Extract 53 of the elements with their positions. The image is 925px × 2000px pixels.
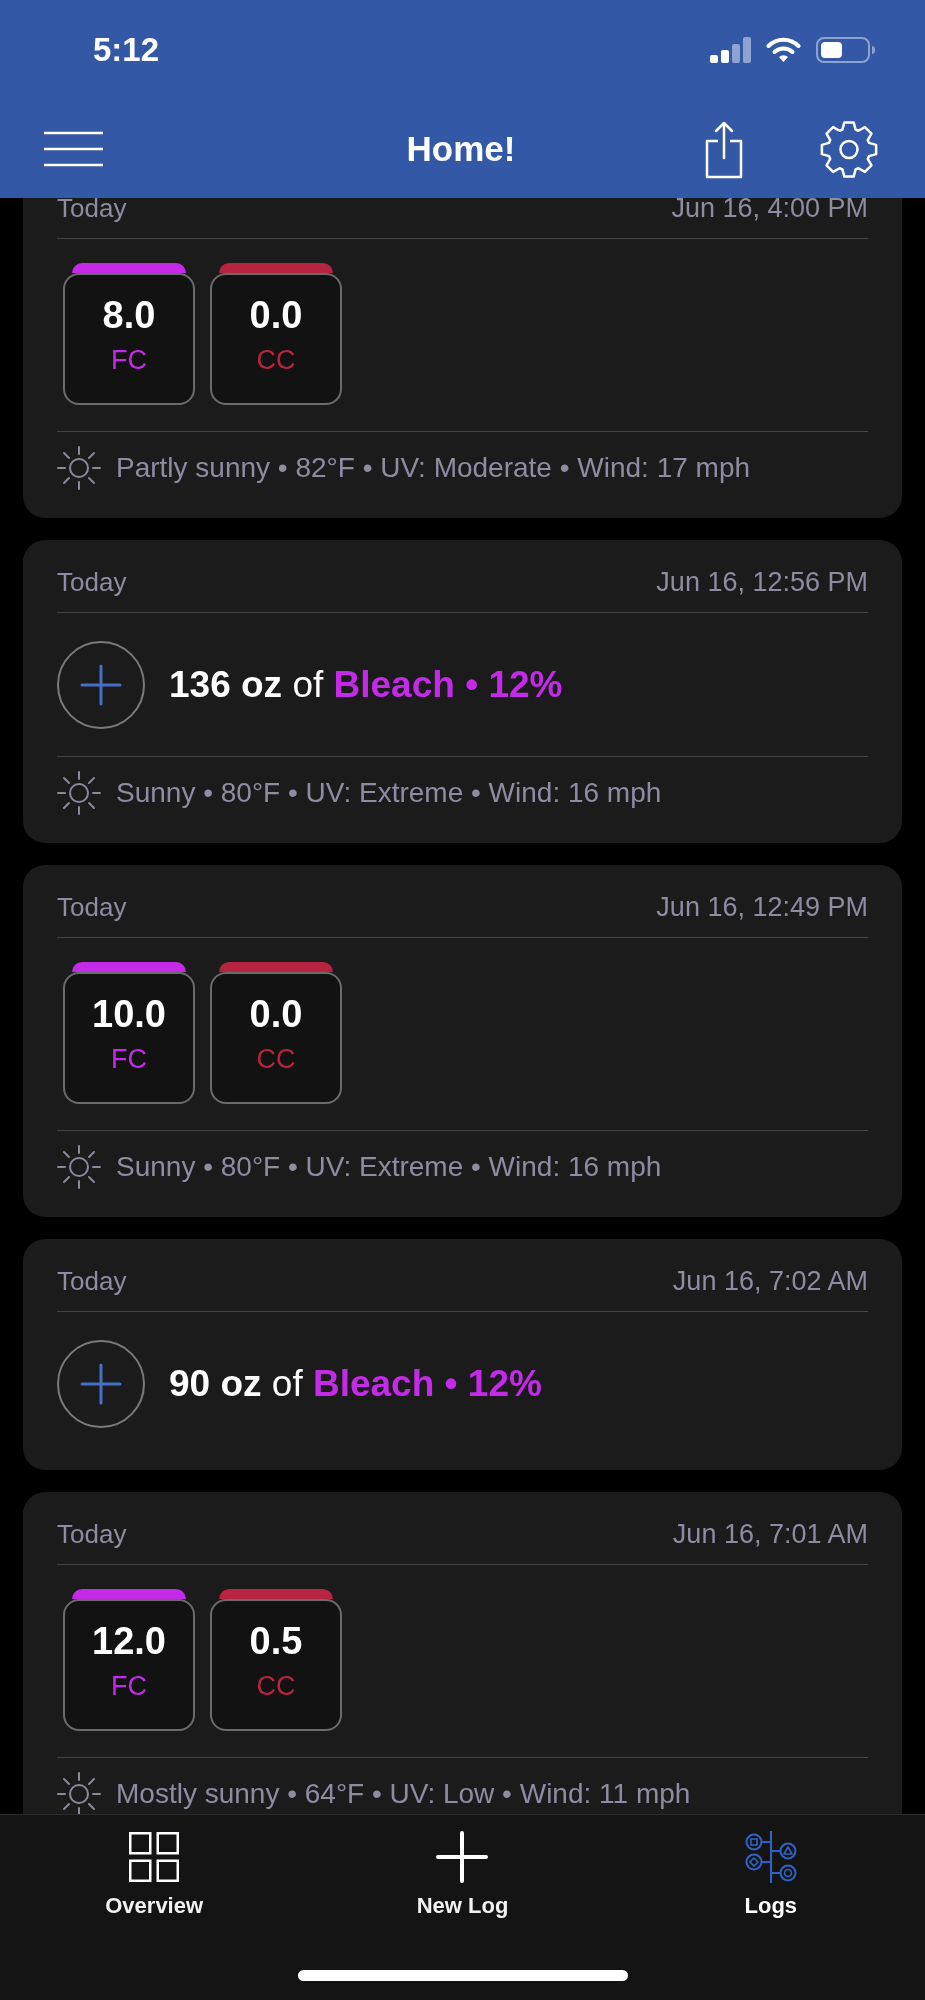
log-card[interactable]: Today Jun 16, 12:49 PM 10.0 FC 0.0 CC Sunny • 80°F • UV: Extreme • Wind: 16 mph xyxy=(23,865,902,1217)
log-card[interactable]: Today Jun 16, 4:00 PM 8.0 FC 0.0 CC Partly sunny • 82°F • UV: Moderate • Wind: 17 mph xyxy=(23,198,902,518)
wifi-icon xyxy=(766,37,801,63)
share-icon[interactable] xyxy=(705,119,743,179)
grid-icon xyxy=(129,1832,180,1882)
reading-value: 12.0 xyxy=(92,1619,166,1663)
reading-label: FC xyxy=(111,1043,147,1075)
reading-label: CC xyxy=(256,1043,296,1075)
log-card[interactable]: Today Jun 16, 12:56 PM 136 oz of Bleach • 12% Sunny • 80°F • UV: Extreme • Wind: 16 mph xyxy=(23,540,902,843)
dose-text: 136 oz of Bleach • 12% xyxy=(169,663,563,707)
tab-item[interactable]: Overview xyxy=(0,1831,309,1920)
day-label: Today xyxy=(57,566,127,598)
timestamp: Jun 16, 7:02 AM xyxy=(672,1265,868,1297)
tab-item[interactable]: Logs xyxy=(616,1831,925,1920)
reading-value: 0.0 xyxy=(249,992,303,1036)
settings-icon[interactable] xyxy=(820,119,878,179)
weather-text: Mostly sunny • 64°F • UV: Low • Wind: 11 mph xyxy=(116,1778,691,1810)
sun-icon xyxy=(57,771,101,815)
reading-label: CC xyxy=(256,1670,296,1702)
weather-text: Sunny • 80°F • UV: Extreme • Wind: 16 mph xyxy=(116,1151,662,1183)
clock-time: 5:12 xyxy=(93,31,160,69)
reading-label: FC xyxy=(111,1670,147,1702)
sun-icon xyxy=(57,1772,101,1814)
weather-text: Partly sunny • 82°F • UV: Moderate • Wind: 17 mph xyxy=(116,452,751,484)
reading-label: CC xyxy=(256,344,296,376)
dose-text: 90 oz of Bleach • 12% xyxy=(169,1362,542,1406)
plus-icon xyxy=(436,1831,489,1883)
reading-value: 10.0 xyxy=(92,992,166,1036)
weather-text: Sunny • 80°F • UV: Extreme • Wind: 16 mph xyxy=(116,777,662,809)
menu-icon[interactable] xyxy=(44,131,103,167)
reading-value: 0.5 xyxy=(249,1619,303,1663)
plus-circle-icon xyxy=(57,641,145,729)
log-card[interactable]: Today Jun 16, 7:01 AM 12.0 FC 0.5 CC Mostly sunny • 64°F • UV: Low • Wind: 11 mph xyxy=(23,1492,902,1814)
reading-value: 0.0 xyxy=(249,293,303,337)
reading-label: FC xyxy=(111,344,147,376)
screen-title: Home! xyxy=(406,128,516,170)
timestamp: Jun 16, 12:56 PM xyxy=(656,566,868,598)
day-label: Today xyxy=(57,1265,127,1297)
timestamp: Jun 16, 12:49 PM xyxy=(656,891,868,923)
tab-item[interactable]: New Log xyxy=(308,1831,617,1920)
timestamp: Jun 16, 4:00 PM xyxy=(671,198,868,224)
timestamp: Jun 16, 7:01 AM xyxy=(672,1518,868,1550)
signal-icon xyxy=(710,37,751,63)
sun-icon xyxy=(57,446,101,490)
day-label: Today xyxy=(57,891,127,923)
day-label: Today xyxy=(57,1518,127,1550)
battery-icon xyxy=(816,37,875,63)
plus-circle-icon xyxy=(57,1340,145,1428)
reading-value: 8.0 xyxy=(102,293,156,337)
branch-diagram-icon xyxy=(744,1831,797,1883)
day-label: Today xyxy=(57,198,127,224)
sun-icon xyxy=(57,1145,101,1189)
log-card[interactable]: Today Jun 16, 7:02 AM 90 oz of Bleach • 12% xyxy=(23,1239,902,1470)
